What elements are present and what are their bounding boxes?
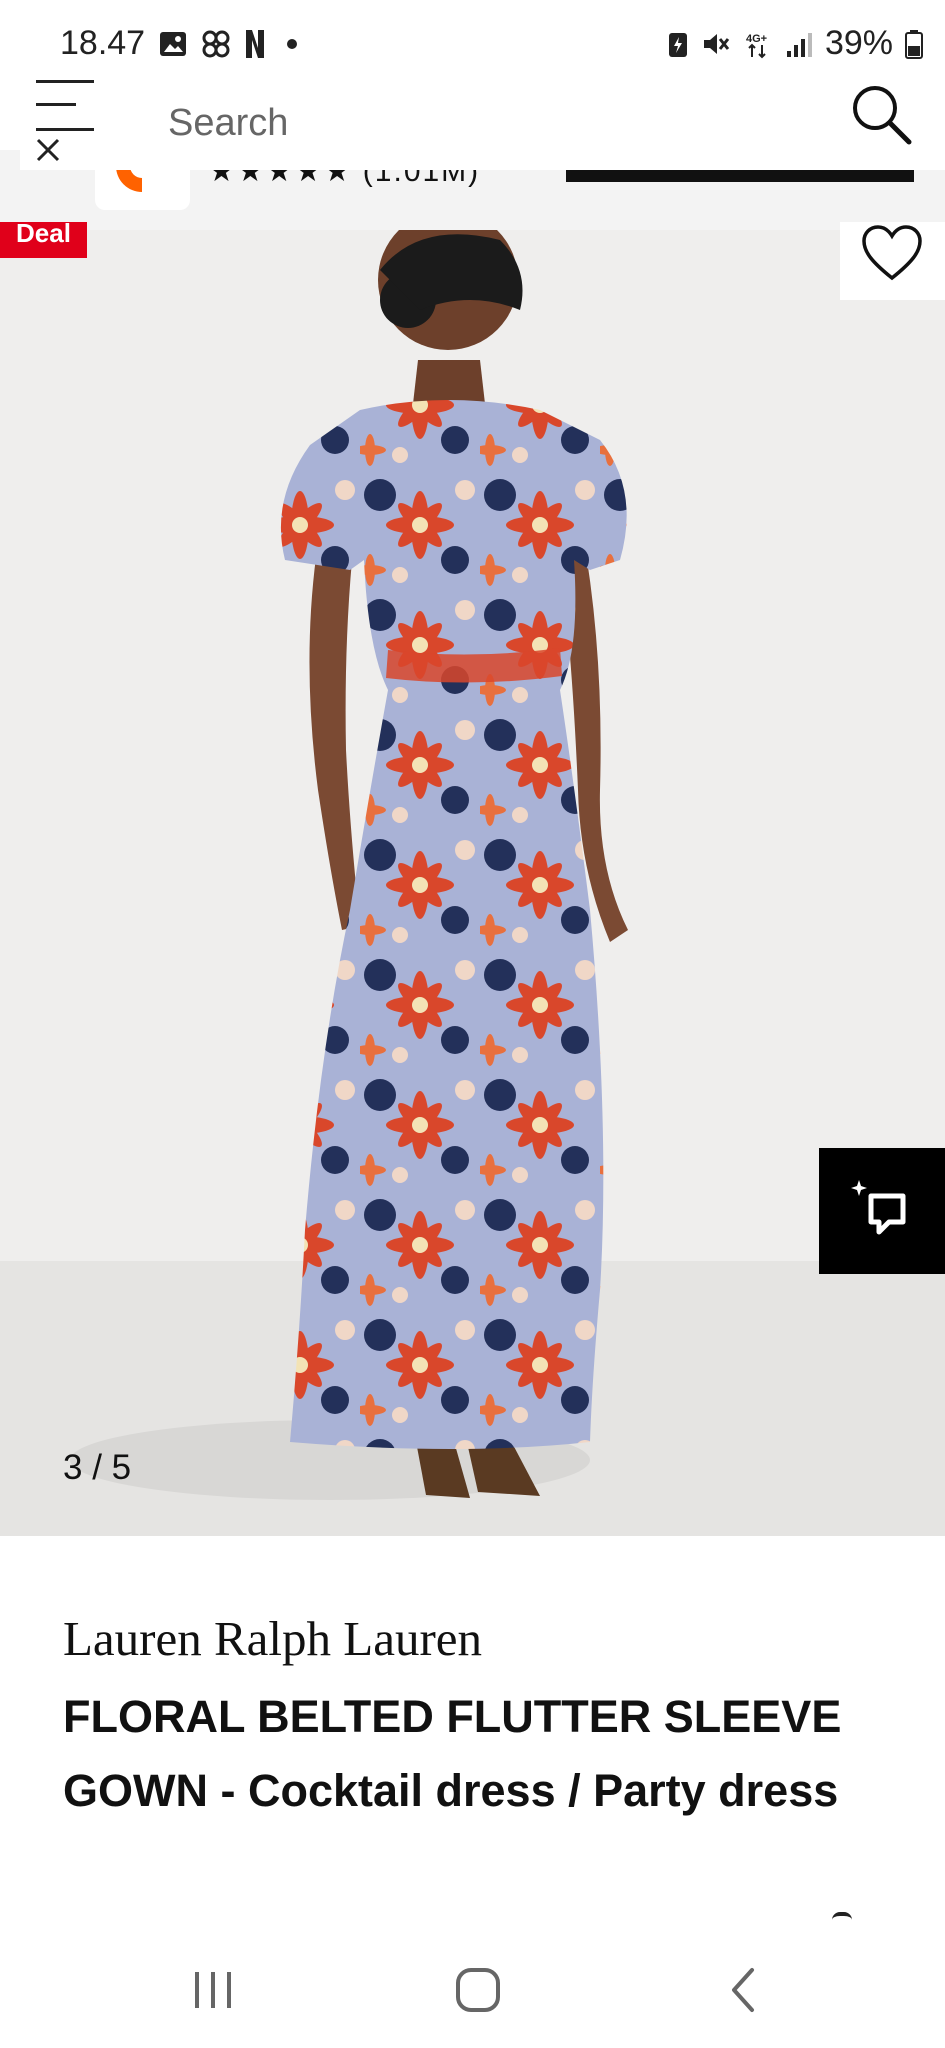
mute-icon [703,33,730,54]
battery-saver-icon [668,32,687,57]
home-icon[interactable] [448,1960,508,2020]
model-in-dress [70,230,628,1500]
dot-icon [287,39,297,49]
close-icon [36,138,60,162]
signal-icon [786,32,812,57]
virtual-try-on-icon [851,1180,906,1235]
scroll-hint [832,1912,852,1920]
notification-icons [158,28,302,60]
pinwheel-icon [202,30,230,58]
system-nav-bar [0,1930,945,2048]
try-on-button[interactable] [819,1148,945,1274]
menu-line [36,103,76,106]
brand-name[interactable]: Lauren Ralph Lauren [63,1610,482,1667]
heart-icon [862,225,922,281]
menu-line [36,80,94,83]
battery-icon [905,29,923,59]
netflix-icon [246,30,264,58]
search-bar[interactable]: Search [134,70,945,170]
menu-button[interactable] [20,70,132,170]
battery-percent: 39% [824,24,893,62]
system-icons: 4G+ 39% [667,24,923,63]
product-title: FLORAL BELTED FLUTTER SLEEVE GOWN - Cock… [63,1691,842,1816]
product-image[interactable] [0,230,945,1536]
network-4g-icon: 4G+ [746,33,767,58]
search-input[interactable]: Search [168,102,288,145]
menu-line [36,128,94,131]
status-time: 18.47 [60,24,146,62]
gallery-icon [160,32,186,56]
deal-badge: Deal [0,222,87,258]
back-icon[interactable] [714,1960,774,2020]
wishlist-button[interactable] [840,222,945,300]
image-counter: 3 / 5 [63,1448,132,1487]
search-icon[interactable] [845,78,917,150]
svg-text:4G+: 4G+ [746,33,767,45]
status-bar: 18.47 4G+ 39% [0,0,945,80]
recents-icon[interactable] [183,1960,243,2020]
search-header: Search [0,70,945,170]
